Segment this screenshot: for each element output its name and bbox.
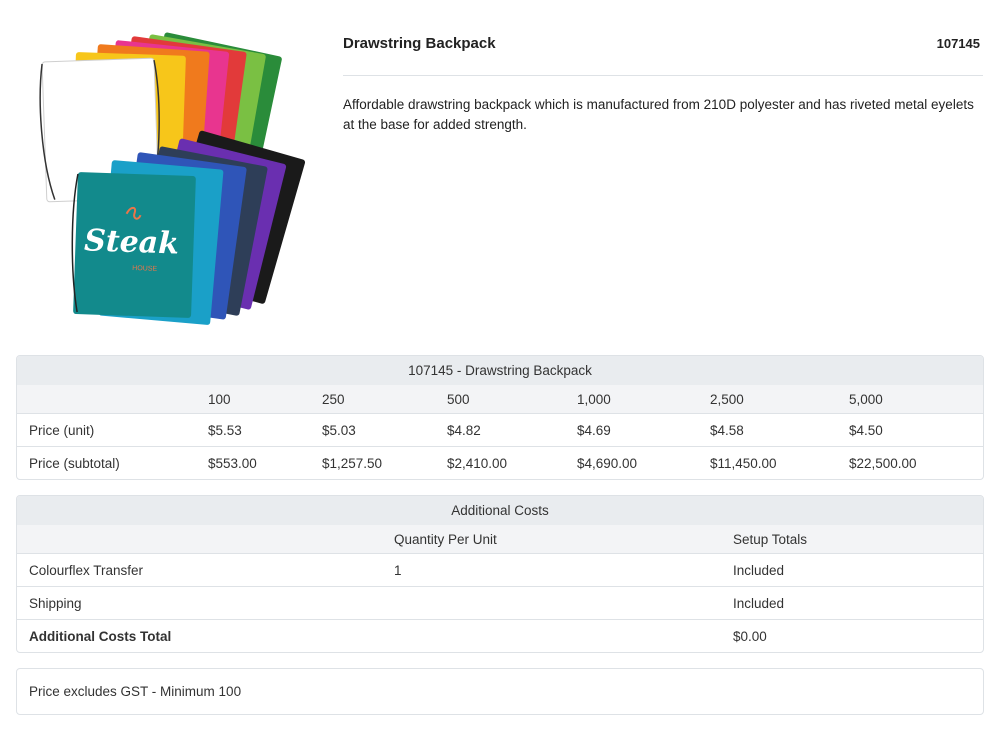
additional-costs-table: Additional Costs Quantity Per Unit Setup… — [16, 495, 984, 653]
price-cell: $11,450.00 — [710, 455, 777, 471]
cost-total-label: Additional Costs Total — [29, 628, 172, 644]
price-cell: $22,500.00 — [849, 455, 917, 471]
product-description: Affordable drawstring backpack which is … — [343, 97, 974, 132]
product-image[interactable]: Steak HOUSE — [20, 20, 330, 330]
cost-total-value: $0.00 — [733, 628, 767, 644]
product-header: Steak HOUSE Drawstring Backpack 107145 A… — [0, 0, 1000, 340]
table-row: Shipping Included — [17, 586, 983, 619]
quantity-header-row: 100 250 500 1,000 2,500 5,000 — [17, 385, 983, 413]
logo-subtext: HOUSE — [132, 265, 157, 273]
cost-setup: Included — [733, 562, 785, 578]
product-code: 107145 — [936, 36, 980, 51]
price-cell: $4.82 — [447, 422, 481, 438]
price-cell: $2,410.00 — [447, 455, 508, 471]
product-title: Drawstring Backpack — [343, 35, 496, 52]
table-row: Price (subtotal) $553.00 $1,257.50 $2,41… — [17, 446, 983, 479]
product-info: Drawstring Backpack 107145 Affordable dr… — [343, 26, 983, 135]
qty-header: 2,500 — [710, 391, 744, 407]
logo-text: Steak — [84, 223, 180, 261]
title-row: Drawstring Backpack 107145 — [343, 26, 983, 76]
cost-label: Shipping — [29, 595, 82, 611]
table-row: Price (unit) $5.53 $5.03 $4.82 $4.69 $4.… — [17, 413, 983, 446]
price-cell: $5.03 — [322, 422, 356, 438]
price-cell: $4,690.00 — [577, 455, 638, 471]
row-label: Price (unit) — [29, 422, 95, 438]
qty-header: 1,000 — [577, 391, 611, 407]
qty-header: 5,000 — [849, 391, 883, 407]
price-cell: $5.53 — [208, 422, 242, 438]
price-cell: $4.69 — [577, 422, 611, 438]
qty-header: 250 — [322, 391, 345, 407]
table-row-total: Additional Costs Total $0.00 — [17, 619, 983, 652]
price-note: Price excludes GST - Minimum 100 — [16, 668, 984, 715]
table-row: Colourflex Transfer 1 Included — [17, 553, 983, 586]
cost-label: Colourflex Transfer — [29, 562, 144, 578]
price-cell: $1,257.50 — [322, 455, 383, 471]
price-table-title: 107145 - Drawstring Backpack — [17, 356, 983, 385]
column-header: Setup Totals — [733, 531, 808, 547]
costs-table-title: Additional Costs — [17, 496, 983, 525]
price-table: 107145 - Drawstring Backpack 100 250 500… — [16, 355, 984, 480]
price-cell: $4.58 — [710, 422, 744, 438]
row-label: Price (subtotal) — [29, 455, 120, 471]
qty-header: 500 — [447, 391, 470, 407]
costs-header-row: Quantity Per Unit Setup Totals — [17, 525, 983, 553]
price-cell: $553.00 — [208, 455, 257, 471]
price-cell: $4.50 — [849, 422, 883, 438]
cost-setup: Included — [733, 595, 785, 611]
qty-header: 100 — [208, 391, 231, 407]
cost-qty: 1 — [394, 562, 402, 578]
column-header: Quantity Per Unit — [394, 531, 497, 547]
